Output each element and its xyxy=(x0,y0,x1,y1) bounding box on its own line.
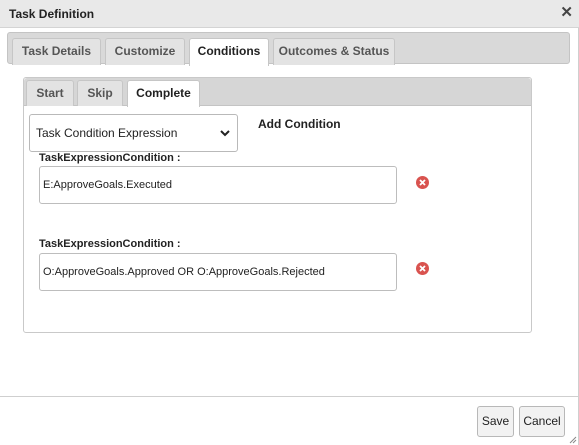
condition-label: TaskExpressionCondition : xyxy=(39,152,181,164)
condition-type-select[interactable]: Task Condition Expression xyxy=(29,114,238,152)
save-button[interactable]: Save xyxy=(477,406,514,437)
resize-grip-icon[interactable] xyxy=(569,436,577,444)
condition-label: TaskExpressionCondition : xyxy=(39,238,181,250)
tab-skip[interactable]: Skip xyxy=(77,80,123,106)
dialog-titlebar: Task Definition ✕ xyxy=(0,0,579,28)
remove-circle-icon[interactable] xyxy=(415,261,430,276)
condition-expression-input[interactable]: E:ApproveGoals.Executed xyxy=(39,166,397,204)
task-definition-dialog: Task Definition ✕ Task Details Customize… xyxy=(0,0,579,445)
footer-divider xyxy=(0,396,579,397)
close-icon[interactable]: ✕ xyxy=(560,5,573,20)
tab-complete[interactable]: Complete xyxy=(127,80,200,107)
cancel-button[interactable]: Cancel xyxy=(519,406,565,437)
tab-task-details[interactable]: Task Details xyxy=(12,38,101,65)
inner-tab-bar: Start Skip Complete xyxy=(24,78,531,107)
chevron-down-icon xyxy=(220,130,230,137)
dialog-title: Task Definition xyxy=(9,7,95,21)
remove-circle-icon[interactable] xyxy=(415,175,430,190)
outer-tab-bar: Task Details Customize Conditions Outcom… xyxy=(7,32,570,66)
condition-expression-input[interactable]: O:ApproveGoals.Approved OR O:ApproveGoal… xyxy=(39,253,397,291)
add-condition-button[interactable]: Add Condition xyxy=(258,117,341,131)
tab-conditions[interactable]: Conditions xyxy=(189,38,269,66)
tab-start[interactable]: Start xyxy=(26,80,74,106)
condition-type-select-value: Task Condition Expression xyxy=(36,126,178,140)
tab-customize[interactable]: Customize xyxy=(105,38,185,65)
tab-outcomes-status[interactable]: Outcomes & Status xyxy=(273,38,395,65)
